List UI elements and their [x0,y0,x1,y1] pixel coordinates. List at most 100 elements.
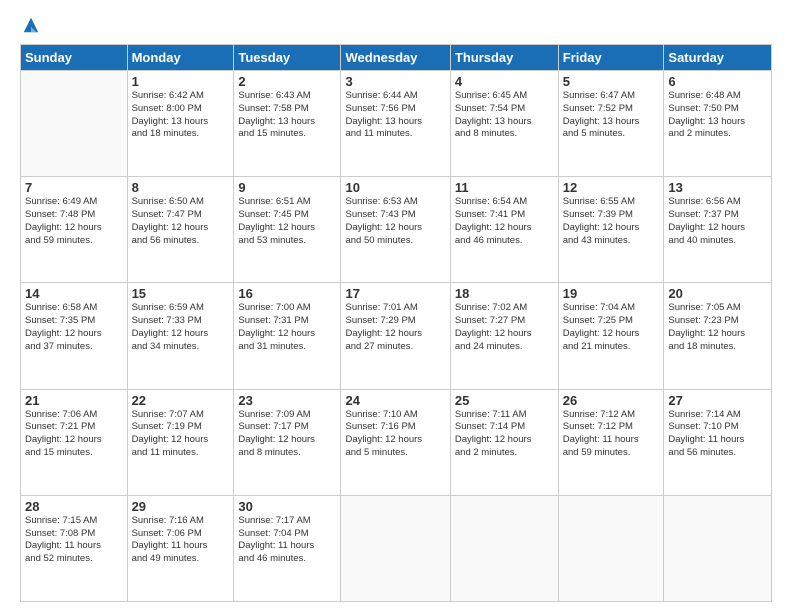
day-header: Monday [127,45,234,71]
calendar-cell: 13Sunrise: 6:56 AM Sunset: 7:37 PM Dayli… [664,177,772,283]
calendar-table: SundayMondayTuesdayWednesdayThursdayFrid… [20,44,772,602]
day-number: 4 [455,74,554,89]
day-info: Sunrise: 6:44 AM Sunset: 7:56 PM Dayligh… [345,90,445,141]
day-info: Sunrise: 6:59 AM Sunset: 7:33 PM Dayligh… [132,302,230,353]
calendar-cell: 22Sunrise: 7:07 AM Sunset: 7:19 PM Dayli… [127,389,234,495]
day-header: Sunday [21,45,128,71]
day-info: Sunrise: 7:07 AM Sunset: 7:19 PM Dayligh… [132,409,230,460]
day-info: Sunrise: 6:43 AM Sunset: 7:58 PM Dayligh… [238,90,336,141]
calendar-cell: 19Sunrise: 7:04 AM Sunset: 7:25 PM Dayli… [558,283,664,389]
day-number: 3 [345,74,445,89]
day-number: 29 [132,499,230,514]
day-number: 5 [563,74,660,89]
day-number: 11 [455,180,554,195]
day-number: 27 [668,393,767,408]
day-info: Sunrise: 7:06 AM Sunset: 7:21 PM Dayligh… [25,409,123,460]
day-info: Sunrise: 6:42 AM Sunset: 8:00 PM Dayligh… [132,90,230,141]
day-number: 26 [563,393,660,408]
day-info: Sunrise: 7:01 AM Sunset: 7:29 PM Dayligh… [345,302,445,353]
calendar-cell: 9Sunrise: 6:51 AM Sunset: 7:45 PM Daylig… [234,177,341,283]
day-info: Sunrise: 7:00 AM Sunset: 7:31 PM Dayligh… [238,302,336,353]
day-info: Sunrise: 6:51 AM Sunset: 7:45 PM Dayligh… [238,196,336,247]
day-number: 12 [563,180,660,195]
day-info: Sunrise: 6:49 AM Sunset: 7:48 PM Dayligh… [25,196,123,247]
calendar-cell: 30Sunrise: 7:17 AM Sunset: 7:04 PM Dayli… [234,495,341,601]
calendar-cell [558,495,664,601]
day-header: Friday [558,45,664,71]
day-number: 16 [238,286,336,301]
day-info: Sunrise: 6:54 AM Sunset: 7:41 PM Dayligh… [455,196,554,247]
calendar-cell: 26Sunrise: 7:12 AM Sunset: 7:12 PM Dayli… [558,389,664,495]
calendar-cell: 14Sunrise: 6:58 AM Sunset: 7:35 PM Dayli… [21,283,128,389]
day-info: Sunrise: 7:17 AM Sunset: 7:04 PM Dayligh… [238,515,336,566]
day-header: Thursday [450,45,558,71]
day-info: Sunrise: 6:58 AM Sunset: 7:35 PM Dayligh… [25,302,123,353]
calendar-cell: 5Sunrise: 6:47 AM Sunset: 7:52 PM Daylig… [558,71,664,177]
day-info: Sunrise: 7:11 AM Sunset: 7:14 PM Dayligh… [455,409,554,460]
day-number: 23 [238,393,336,408]
day-info: Sunrise: 6:56 AM Sunset: 7:37 PM Dayligh… [668,196,767,247]
calendar-cell: 28Sunrise: 7:15 AM Sunset: 7:08 PM Dayli… [21,495,128,601]
day-number: 15 [132,286,230,301]
day-number: 2 [238,74,336,89]
day-info: Sunrise: 7:16 AM Sunset: 7:06 PM Dayligh… [132,515,230,566]
day-number: 9 [238,180,336,195]
day-info: Sunrise: 7:14 AM Sunset: 7:10 PM Dayligh… [668,409,767,460]
calendar-cell: 25Sunrise: 7:11 AM Sunset: 7:14 PM Dayli… [450,389,558,495]
day-number: 28 [25,499,123,514]
day-header: Tuesday [234,45,341,71]
calendar-cell: 29Sunrise: 7:16 AM Sunset: 7:06 PM Dayli… [127,495,234,601]
calendar-cell: 1Sunrise: 6:42 AM Sunset: 8:00 PM Daylig… [127,71,234,177]
day-number: 19 [563,286,660,301]
day-info: Sunrise: 6:48 AM Sunset: 7:50 PM Dayligh… [668,90,767,141]
day-number: 1 [132,74,230,89]
calendar-cell: 3Sunrise: 6:44 AM Sunset: 7:56 PM Daylig… [341,71,450,177]
calendar-cell [664,495,772,601]
calendar-cell: 20Sunrise: 7:05 AM Sunset: 7:23 PM Dayli… [664,283,772,389]
day-info: Sunrise: 7:09 AM Sunset: 7:17 PM Dayligh… [238,409,336,460]
day-number: 21 [25,393,123,408]
day-info: Sunrise: 6:47 AM Sunset: 7:52 PM Dayligh… [563,90,660,141]
calendar-cell: 12Sunrise: 6:55 AM Sunset: 7:39 PM Dayli… [558,177,664,283]
day-number: 17 [345,286,445,301]
day-number: 18 [455,286,554,301]
day-info: Sunrise: 7:02 AM Sunset: 7:27 PM Dayligh… [455,302,554,353]
day-number: 22 [132,393,230,408]
calendar-cell: 16Sunrise: 7:00 AM Sunset: 7:31 PM Dayli… [234,283,341,389]
day-info: Sunrise: 6:55 AM Sunset: 7:39 PM Dayligh… [563,196,660,247]
day-number: 8 [132,180,230,195]
calendar-cell: 27Sunrise: 7:14 AM Sunset: 7:10 PM Dayli… [664,389,772,495]
day-info: Sunrise: 6:53 AM Sunset: 7:43 PM Dayligh… [345,196,445,247]
calendar-cell: 24Sunrise: 7:10 AM Sunset: 7:16 PM Dayli… [341,389,450,495]
calendar-cell [450,495,558,601]
calendar-cell [341,495,450,601]
calendar-cell: 11Sunrise: 6:54 AM Sunset: 7:41 PM Dayli… [450,177,558,283]
calendar-cell: 21Sunrise: 7:06 AM Sunset: 7:21 PM Dayli… [21,389,128,495]
calendar-cell: 10Sunrise: 6:53 AM Sunset: 7:43 PM Dayli… [341,177,450,283]
calendar-cell: 23Sunrise: 7:09 AM Sunset: 7:17 PM Dayli… [234,389,341,495]
calendar-cell: 2Sunrise: 6:43 AM Sunset: 7:58 PM Daylig… [234,71,341,177]
day-info: Sunrise: 7:15 AM Sunset: 7:08 PM Dayligh… [25,515,123,566]
day-info: Sunrise: 7:04 AM Sunset: 7:25 PM Dayligh… [563,302,660,353]
day-number: 30 [238,499,336,514]
day-number: 13 [668,180,767,195]
calendar-cell [21,71,128,177]
calendar-cell: 7Sunrise: 6:49 AM Sunset: 7:48 PM Daylig… [21,177,128,283]
day-number: 25 [455,393,554,408]
calendar-cell: 17Sunrise: 7:01 AM Sunset: 7:29 PM Dayli… [341,283,450,389]
day-info: Sunrise: 6:45 AM Sunset: 7:54 PM Dayligh… [455,90,554,141]
day-number: 14 [25,286,123,301]
day-number: 20 [668,286,767,301]
day-info: Sunrise: 6:50 AM Sunset: 7:47 PM Dayligh… [132,196,230,247]
day-number: 6 [668,74,767,89]
header [20,16,772,34]
day-number: 7 [25,180,123,195]
calendar-cell: 8Sunrise: 6:50 AM Sunset: 7:47 PM Daylig… [127,177,234,283]
calendar-cell: 6Sunrise: 6:48 AM Sunset: 7:50 PM Daylig… [664,71,772,177]
calendar-cell: 15Sunrise: 6:59 AM Sunset: 7:33 PM Dayli… [127,283,234,389]
day-header: Wednesday [341,45,450,71]
logo [20,16,40,34]
day-info: Sunrise: 7:12 AM Sunset: 7:12 PM Dayligh… [563,409,660,460]
calendar-cell: 4Sunrise: 6:45 AM Sunset: 7:54 PM Daylig… [450,71,558,177]
calendar-cell: 18Sunrise: 7:02 AM Sunset: 7:27 PM Dayli… [450,283,558,389]
